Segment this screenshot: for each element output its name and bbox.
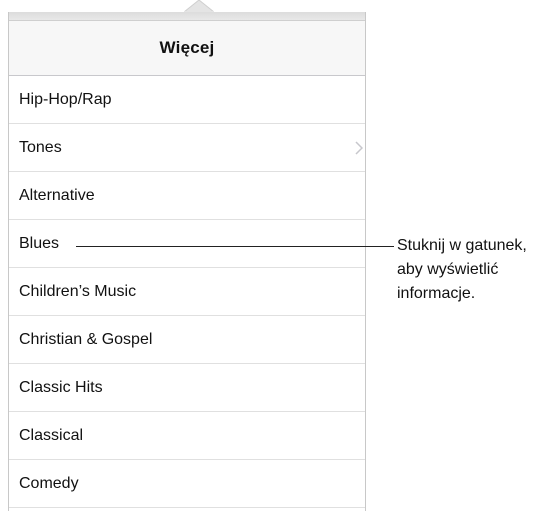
genre-row-classic-hits[interactable]: Classic Hits bbox=[9, 364, 365, 412]
genres-popover: Więcej Hip-Hop/Rap Tones Alternative Blu… bbox=[8, 12, 366, 511]
genre-row-childrens-music[interactable]: Children’s Music bbox=[9, 268, 365, 316]
genre-row-hip-hop-rap[interactable]: Hip-Hop/Rap bbox=[9, 76, 365, 124]
callout-line-1: Stuknij w gatunek, bbox=[397, 237, 527, 254]
popover-arrow-icon bbox=[184, 0, 214, 12]
genre-label: Classical bbox=[19, 426, 84, 444]
callout-leader-line bbox=[76, 246, 394, 247]
genre-label: Children’s Music bbox=[19, 282, 137, 300]
genre-row-christian-gospel[interactable]: Christian & Gospel bbox=[9, 316, 365, 364]
genre-label: Christian & Gospel bbox=[19, 330, 153, 348]
genre-label: Classic Hits bbox=[19, 378, 103, 396]
callout-line-2: aby wyświetlić bbox=[397, 261, 499, 278]
genre-row-tones[interactable]: Tones bbox=[9, 124, 365, 172]
genre-label: Hip-Hop/Rap bbox=[19, 90, 112, 108]
callout-annotation: Stuknij w gatunek, aby wyświetlić inform… bbox=[397, 234, 557, 306]
genre-row-blues[interactable]: Blues bbox=[9, 220, 365, 268]
genre-row-classical[interactable]: Classical bbox=[9, 412, 365, 460]
genre-label: Tones bbox=[19, 138, 62, 156]
popover-title: Więcej bbox=[159, 38, 215, 57]
chevron-right-icon bbox=[355, 140, 363, 155]
callout-line-3: informacje. bbox=[397, 285, 476, 302]
popover-header: Więcej bbox=[9, 21, 365, 76]
genre-label: Blues bbox=[19, 234, 60, 252]
genre-row-alternative[interactable]: Alternative bbox=[9, 172, 365, 220]
screenshot-stage: Więcej Hip-Hop/Rap Tones Alternative Blu… bbox=[0, 0, 557, 511]
genre-label: Alternative bbox=[19, 186, 95, 204]
popover-top-edge bbox=[9, 12, 365, 21]
genre-list: Hip-Hop/Rap Tones Alternative Blues Chil… bbox=[9, 76, 365, 508]
genre-label: Comedy bbox=[19, 474, 79, 492]
genre-row-comedy[interactable]: Comedy bbox=[9, 460, 365, 508]
